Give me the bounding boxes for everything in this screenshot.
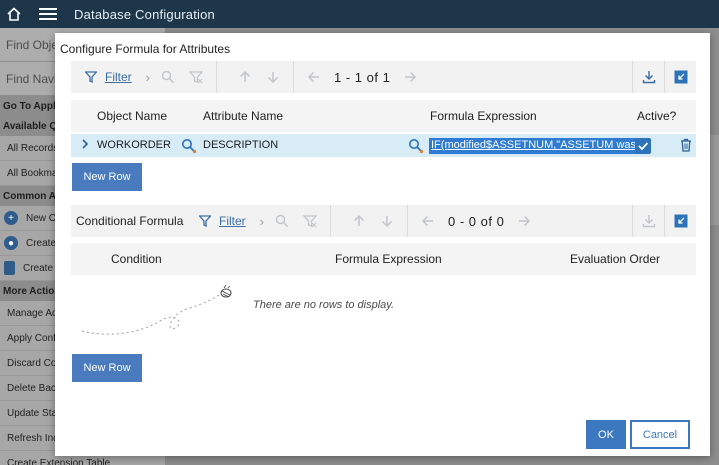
filter-label: Filter xyxy=(105,70,132,84)
filter-button[interactable]: Filter xyxy=(71,61,132,93)
arrow-down-icon[interactable] xyxy=(263,67,283,87)
filter-icon xyxy=(85,71,97,83)
circle-icon: ● xyxy=(4,236,18,250)
sidebar-item-label: Create xyxy=(23,262,54,274)
table-row[interactable]: WORKORDER DESCRIPTION IF(modified$ASSETN… xyxy=(71,134,696,157)
collapse-button[interactable] xyxy=(664,205,696,237)
arrow-left-icon[interactable] xyxy=(418,211,438,231)
conditional-table-header: Condition Formula Expression Evaluation … xyxy=(71,243,696,275)
new-row-button[interactable]: New Row xyxy=(72,163,142,191)
top-bar: Database Configuration xyxy=(0,0,719,28)
column-header-attribute-name[interactable]: Attribute Name xyxy=(203,109,283,123)
download-icon xyxy=(642,215,655,228)
ok-button[interactable]: OK xyxy=(586,420,626,449)
arrow-up-icon[interactable] xyxy=(349,211,369,231)
trash-icon xyxy=(681,138,691,152)
arrow-down-icon[interactable] xyxy=(377,211,397,231)
pagination-range: 0 - 0 of 0 xyxy=(448,213,505,229)
conditional-formula-label: Conditional Formula xyxy=(71,205,189,237)
chevron-right-icon[interactable]: › xyxy=(260,214,264,229)
expand-row-icon[interactable] xyxy=(80,137,90,154)
object-name-value: WORKORDER xyxy=(97,139,171,151)
column-header-condition[interactable]: Condition xyxy=(111,252,162,266)
column-header-formula-expression[interactable]: Formula Expression xyxy=(335,252,442,266)
attributes-table-header: Object Name Attribute Name Formula Expre… xyxy=(71,100,696,132)
column-header-object-name[interactable]: Object Name xyxy=(97,109,167,123)
arrow-left-icon[interactable] xyxy=(304,67,324,87)
app-title: Database Configuration xyxy=(74,6,215,22)
empty-state-illustration xyxy=(81,284,232,335)
download-button[interactable] xyxy=(632,61,664,93)
download-icon xyxy=(642,71,655,84)
plus-circle-icon: + xyxy=(4,211,18,225)
chevron-right-icon[interactable]: › xyxy=(146,70,150,85)
column-header-formula-expression[interactable]: Formula Expression xyxy=(430,109,537,123)
clear-filter-icon[interactable] xyxy=(300,211,320,231)
filter-icon xyxy=(199,215,211,227)
empty-table-message: There are no rows to display. xyxy=(253,299,395,311)
attribute-name-value: DESCRIPTION xyxy=(203,139,279,151)
conditional-filter-button[interactable]: Filter xyxy=(189,205,246,237)
cancel-button[interactable]: Cancel xyxy=(630,420,690,449)
arrow-up-icon[interactable] xyxy=(235,67,255,87)
active-checkbox[interactable] xyxy=(635,138,651,154)
home-icon xyxy=(7,7,21,21)
filter-label: Filter xyxy=(219,214,246,228)
collapse-icon xyxy=(674,214,687,228)
checkmark-icon xyxy=(638,142,649,151)
pagination-range: 1 - 1 of 1 xyxy=(334,69,391,85)
search-icon[interactable] xyxy=(272,211,292,231)
menu-button[interactable] xyxy=(34,0,62,28)
sidebar-item-label: New O xyxy=(26,212,57,224)
attributes-toolbar: Filter › 1 - 1 of 1 xyxy=(71,61,696,93)
formula-expression-input[interactable]: IF(modified$ASSETNUM,"ASSETUM was xyxy=(429,138,647,154)
search-icon[interactable] xyxy=(158,67,178,87)
dialog-title: Configure Formula for Attributes xyxy=(60,42,231,56)
download-button[interactable] xyxy=(632,205,664,237)
arrow-right-icon[interactable] xyxy=(514,211,534,231)
document-icon xyxy=(4,261,15,275)
object-lookup-icon[interactable] xyxy=(181,138,197,157)
column-header-active[interactable]: Active? xyxy=(637,109,676,123)
clear-filter-icon[interactable] xyxy=(186,67,206,87)
column-header-evaluation-order[interactable]: Evaluation Order xyxy=(570,252,660,266)
delete-row-button[interactable] xyxy=(680,138,692,155)
new-row-button[interactable]: New Row xyxy=(72,354,142,382)
configure-formula-dialog: Configure Formula for Attributes Filter … xyxy=(55,33,710,456)
collapse-button[interactable] xyxy=(664,61,696,93)
home-button[interactable] xyxy=(0,0,28,28)
arrow-right-icon[interactable] xyxy=(400,67,420,87)
hamburger-icon xyxy=(39,8,57,20)
sidebar-item-label: Create xyxy=(26,237,57,249)
attribute-lookup-icon[interactable] xyxy=(408,138,424,157)
collapse-icon xyxy=(674,70,687,84)
